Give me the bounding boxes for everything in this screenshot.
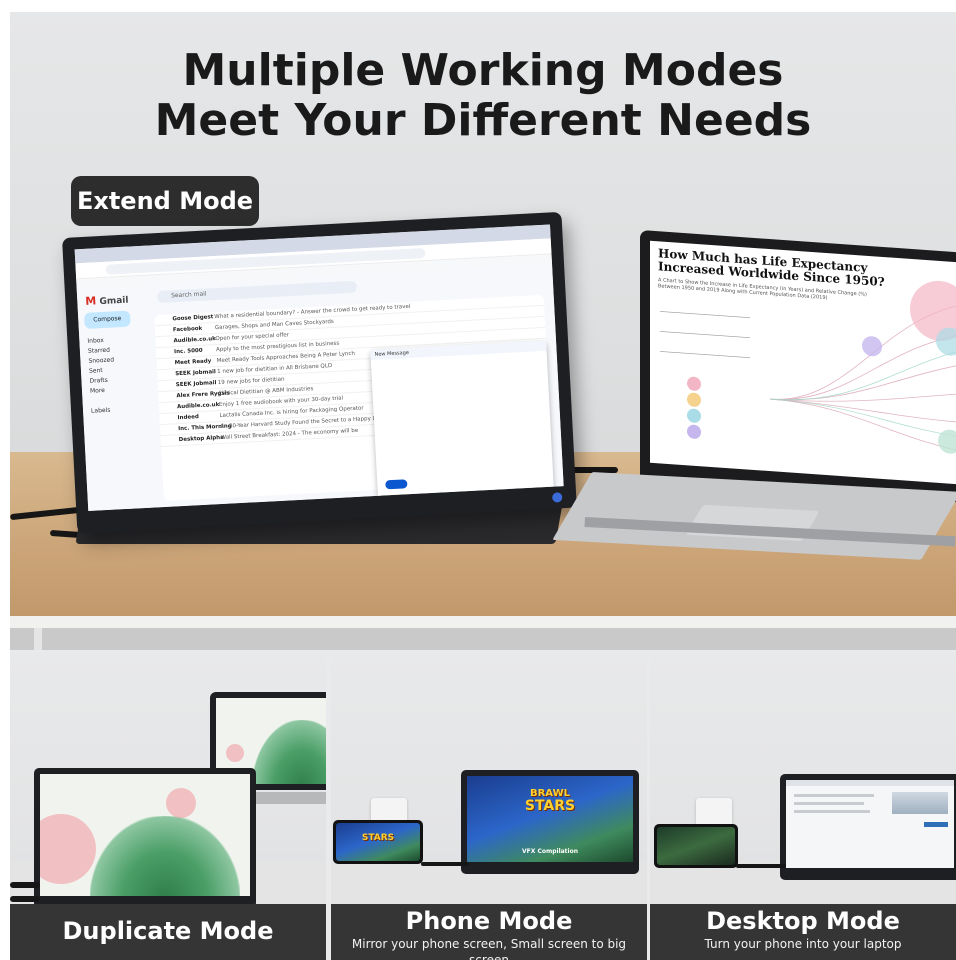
caption-title: Phone Mode <box>405 907 573 935</box>
extend-mode-badge: Extend Mode <box>71 176 259 226</box>
usb-cable <box>421 862 469 866</box>
web-button <box>924 822 948 827</box>
duplicate-mode-panel: Duplicate Mode <box>10 652 326 960</box>
game-caption: VFX Compilation <box>521 848 578 855</box>
gmail-app: M Gmail Compose Inbox Starred Snoozed Se… <box>76 264 564 511</box>
caption-title: Desktop Mode <box>706 907 900 935</box>
headline-line-1: Multiple Working Modes <box>182 45 784 96</box>
gmail-nav: Inbox Starred Snoozed Sent Drafts More L… <box>87 335 117 416</box>
desktop-mode-panel: Desktop Mode Turn your phone into your l… <box>650 652 956 960</box>
web-header <box>786 780 954 786</box>
usb-cable <box>10 896 40 902</box>
laptop-screen: How Much has Life Expectancy Increased W… <box>650 240 956 486</box>
map-fan <box>90 816 240 896</box>
nav-snoozed: Snoozed <box>88 356 115 365</box>
gmail-name: Gmail <box>99 295 129 308</box>
send-button <box>385 479 408 490</box>
phone-game-title: STARS <box>361 833 395 843</box>
caption-title: Duplicate Mode <box>62 917 274 945</box>
monitor-screen-map <box>40 774 250 896</box>
portable-monitor-desktop <box>780 774 956 880</box>
phone-mode-panel: STARS BRAWL STARS VFX Compilation Phone … <box>331 652 647 960</box>
map-blob <box>40 814 96 884</box>
monitor-screen: M Gmail Compose Inbox Starred Snoozed Se… <box>74 224 564 511</box>
gmail-sidebar: M Gmail Compose Inbox Starred Snoozed Se… <box>77 286 159 511</box>
new-message-window: New Message <box>370 340 554 496</box>
web-image <box>892 792 948 814</box>
usb-cable <box>10 882 40 888</box>
portable-monitor: M Gmail Compose Inbox Starred Snoozed Se… <box>62 211 577 534</box>
phone-screen-game: STARS <box>336 823 420 861</box>
desk-leg <box>34 628 42 650</box>
caption-subtitle: Mirror your phone screen, Small screen t… <box>351 937 627 960</box>
game-title-line-2: STARS <box>524 798 576 814</box>
labels-heading: Labels <box>90 406 111 415</box>
phone <box>654 824 738 868</box>
headline-line-2: Meet Your Different Needs <box>154 95 812 146</box>
caption-subtitle: Turn your phone into your laptop <box>704 937 902 951</box>
phone: STARS <box>333 820 423 864</box>
gmail-m-icon: M <box>85 294 97 308</box>
web-text-block <box>794 810 870 813</box>
infographic-graphic <box>660 280 956 454</box>
monitor-logo-icon <box>552 492 563 503</box>
map-fan <box>252 720 326 784</box>
headline: Multiple Working Modes Meet Your Differe… <box>10 46 956 146</box>
laptop-lid: How Much has Life Expectancy Increased W… <box>640 230 956 504</box>
nav-more: More <box>89 386 106 395</box>
desktop-mode-caption: Desktop Mode Turn your phone into your l… <box>650 904 956 960</box>
phone-mode-caption: Phone Mode Mirror your phone screen, Sma… <box>331 904 647 960</box>
usb-cable <box>736 864 786 868</box>
duplicate-mode-caption: Duplicate Mode <box>10 904 326 960</box>
extend-mode-hero: Multiple Working Modes Meet Your Differe… <box>10 12 956 650</box>
compose-button: Compose <box>83 310 131 329</box>
portable-monitor-duplicate <box>34 768 256 908</box>
desk-shadow <box>10 628 956 650</box>
map-blob <box>226 744 244 762</box>
map-blob <box>166 788 196 818</box>
gmail-search: Search mail <box>156 280 358 304</box>
monitor-screen-game: BRAWL STARS VFX Compilation <box>467 776 633 862</box>
phone-screen-game <box>657 827 735 865</box>
desk-edge <box>10 616 956 628</box>
portable-monitor-phone: BRAWL STARS VFX Compilation <box>461 770 639 874</box>
web-text-block <box>794 802 864 805</box>
gmail-logo: M Gmail <box>85 293 129 308</box>
product-image: Multiple Working Modes Meet Your Differe… <box>10 12 956 960</box>
web-text-block <box>794 794 874 797</box>
monitor-screen-desktop <box>786 780 954 868</box>
